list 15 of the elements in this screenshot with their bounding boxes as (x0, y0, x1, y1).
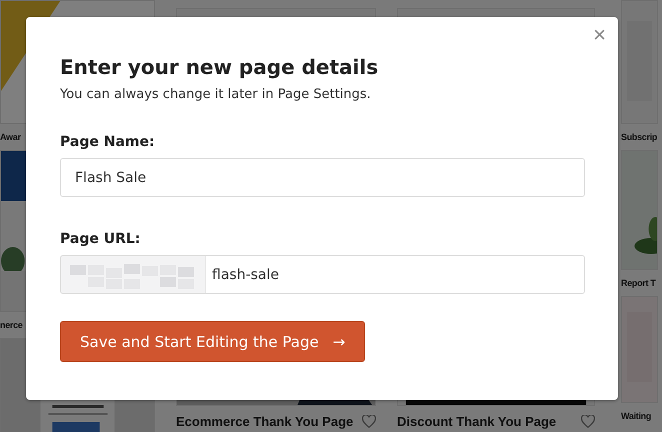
template-title: Waiting (621, 411, 652, 421)
template-title: Ecommerce Thank You Page (176, 414, 354, 429)
template-title: Report T (621, 278, 656, 288)
field-label: Page Name: (60, 134, 156, 150)
dialog-title: Enter your new page details (60, 55, 380, 79)
close-button[interactable]: × (589, 23, 610, 47)
url-field[interactable]: flash-sale (206, 255, 585, 294)
template-title: Awar (0, 132, 21, 142)
field-label: Page URL: (60, 231, 142, 247)
save-button[interactable]: Save and Start Editing the Page → (60, 321, 366, 362)
page-name-field[interactable]: Flash Sale (60, 158, 585, 197)
dialog-subtitle: You can always change it later in Page Settings. (60, 87, 372, 102)
template-title: Subscrip (621, 132, 658, 142)
template-title: nerce (0, 320, 23, 330)
template-title: Discount Thank You Page (397, 414, 556, 429)
